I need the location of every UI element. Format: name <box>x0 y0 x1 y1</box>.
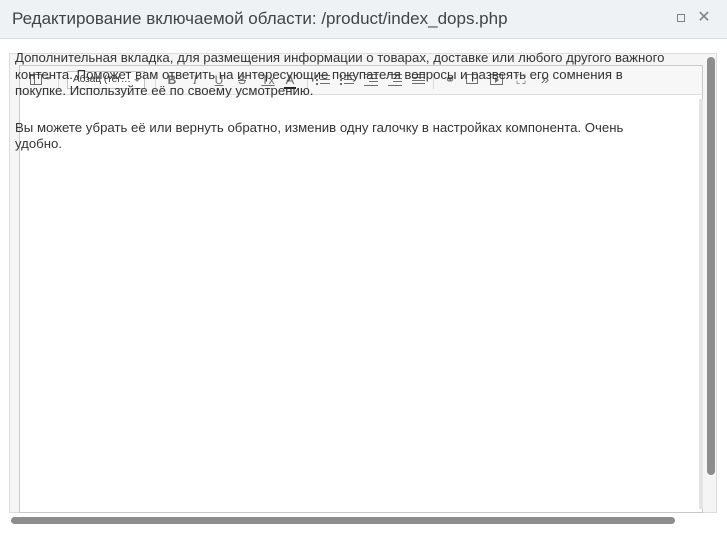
editor-dialog: Редактирование включаемой области: /prod… <box>0 0 727 534</box>
maximize-button[interactable] <box>673 10 689 26</box>
horizontal-scrollbar[interactable] <box>11 517 675 524</box>
dialog-title: Редактирование включаемой области: /prod… <box>12 9 508 28</box>
vertical-scrollbar[interactable] <box>707 57 715 475</box>
close-button[interactable]: ✕ <box>696 10 712 26</box>
editor-scrollbar-track[interactable] <box>699 99 703 509</box>
content-paragraph[interactable]: Вы можете убрать её или вернуть обратно,… <box>15 120 670 153</box>
editor-content[interactable]: Дополнительная вкладка, для размещения и… <box>15 50 670 173</box>
content-paragraph[interactable]: Дополнительная вкладка, для размещения и… <box>15 50 670 100</box>
close-icon: ✕ <box>697 9 711 26</box>
dialog-titlebar[interactable]: Редактирование включаемой области: /prod… <box>0 0 727 39</box>
maximize-icon <box>677 14 685 22</box>
